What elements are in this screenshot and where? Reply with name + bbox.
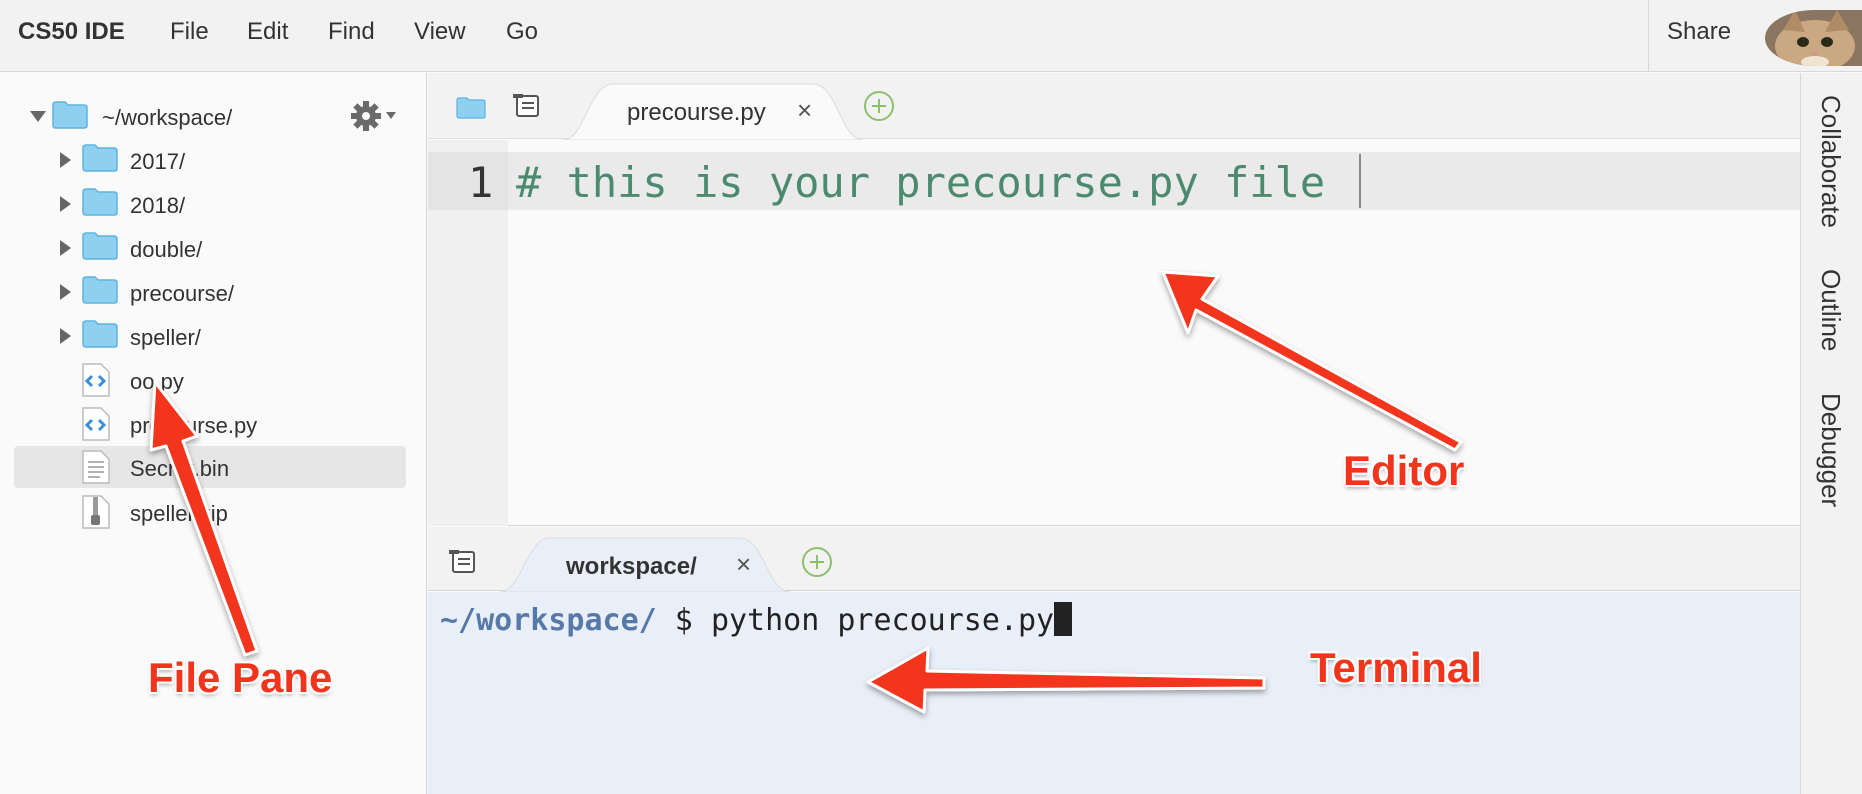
tab-collaborate[interactable]: Collaborate — [1815, 95, 1846, 228]
folder-icon — [82, 276, 118, 304]
annotation-terminal: Terminal — [1310, 644, 1482, 691]
menu-file[interactable]: File — [170, 18, 209, 46]
folder-toggle-icon[interactable] — [456, 97, 486, 119]
menu-find[interactable]: Find — [328, 18, 375, 46]
code-editor[interactable]: 1 # this is your precourse.py file — [428, 140, 1800, 526]
add-tab-icon[interactable] — [802, 547, 832, 577]
tree-label: speller/ — [130, 325, 201, 350]
share-button[interactable]: Share — [1667, 18, 1731, 46]
tree-label: double/ — [130, 237, 203, 262]
tree-label: speller.zip — [130, 501, 228, 526]
tree-item-folder[interactable]: double/ — [50, 228, 420, 268]
menu-go[interactable]: Go — [506, 18, 538, 46]
tree-item-file[interactable]: oo.py — [50, 360, 420, 400]
annotation-file-pane: File Pane — [148, 654, 333, 701]
code-line[interactable]: # this is your precourse.py file — [516, 158, 1325, 207]
prompt-path: ~/workspace/ — [440, 603, 657, 638]
folder-icon — [52, 101, 88, 129]
folder-icon — [82, 144, 118, 172]
editor-tab-bar: precourse.py × — [428, 73, 1800, 140]
expand-arrow-icon[interactable] — [60, 284, 71, 300]
tree-item-file-selected[interactable]: Secret.bin — [14, 446, 406, 488]
expand-arrow-icon[interactable] — [60, 152, 71, 168]
close-tab-icon[interactable]: × — [797, 95, 812, 126]
tree-label: 2017/ — [130, 149, 186, 174]
menu-bar: CS50 IDE File Edit Find View Go Share — [0, 0, 1862, 72]
annotation-editor: Editor — [1343, 447, 1465, 494]
tree-label: ~/workspace/ — [102, 105, 233, 130]
expand-arrow-icon[interactable] — [60, 196, 71, 212]
expand-arrow-icon[interactable] — [60, 240, 71, 256]
terminal-prompt-line[interactable]: ~/workspace/ $ python precourse.py — [440, 602, 1073, 638]
tab-precourse-py[interactable]: precourse.py × — [563, 83, 863, 140]
prompt-symbol: $ — [656, 603, 711, 638]
python-file-icon — [82, 407, 110, 441]
tree-label: Secret.bin — [130, 456, 230, 481]
tree-item-file[interactable]: precourse.py — [50, 404, 420, 444]
expand-arrow-icon[interactable] — [30, 111, 46, 122]
tree-label: oo.py — [130, 369, 184, 394]
tree-item-file[interactable]: speller.zip — [50, 492, 420, 532]
folder-icon — [82, 320, 118, 348]
folder-icon — [82, 188, 118, 216]
line-number: 1 — [468, 158, 494, 207]
right-side-panel: Collaborate Outline Debugger — [1800, 73, 1862, 794]
share-area: Share — [1648, 0, 1862, 72]
menu-edit[interactable]: Edit — [247, 18, 288, 46]
text-cursor — [1359, 154, 1361, 208]
app-title: CS50 IDE — [18, 18, 125, 45]
cat-avatar-icon — [1765, 10, 1862, 66]
python-file-icon — [82, 363, 110, 397]
menu-view[interactable]: View — [414, 18, 466, 46]
tree-label: precourse/ — [130, 281, 234, 306]
folder-icon — [82, 232, 118, 260]
add-tab-icon[interactable] — [864, 91, 894, 121]
tab-debugger[interactable]: Debugger — [1815, 393, 1846, 507]
close-tab-icon[interactable]: × — [736, 549, 751, 580]
tree-item-folder[interactable]: speller/ — [50, 316, 420, 356]
tree-item-folder[interactable]: 2017/ — [50, 140, 420, 180]
panel-menu-icon[interactable] — [512, 93, 540, 119]
expand-arrow-icon[interactable] — [60, 328, 71, 344]
tab-label: precourse.py — [627, 99, 766, 126]
tree-label: 2018/ — [130, 193, 186, 218]
terminal-command: python precourse.py — [710, 603, 1055, 638]
text-file-icon — [82, 450, 110, 484]
zip-file-icon — [82, 495, 110, 529]
tree-item-folder[interactable]: 2018/ — [50, 184, 420, 224]
avatar[interactable] — [1765, 10, 1862, 66]
tab-terminal-workspace[interactable]: workspace/ × — [500, 537, 790, 592]
terminal-tab-bar: workspace/ × — [428, 527, 1800, 592]
tree-label: precourse.py — [130, 413, 258, 438]
tree-item-folder[interactable]: precourse/ — [50, 272, 420, 312]
panel-menu-icon[interactable] — [448, 549, 476, 575]
tab-outline[interactable]: Outline — [1815, 269, 1846, 351]
settings-gear-icon[interactable] — [350, 101, 398, 131]
tab-label: workspace/ — [566, 553, 697, 580]
terminal-cursor — [1054, 602, 1073, 636]
terminal[interactable]: ~/workspace/ $ python precourse.py — [428, 592, 1800, 794]
